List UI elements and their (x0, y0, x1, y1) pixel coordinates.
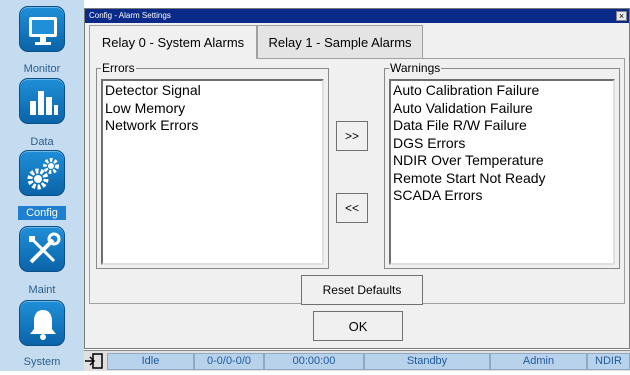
reset-defaults-button[interactable]: Reset Defaults (301, 275, 423, 305)
list-item[interactable]: Network Errors (105, 117, 320, 135)
tab-relay-0[interactable]: Relay 0 - System Alarms (89, 25, 257, 59)
bell-icon (19, 300, 65, 346)
errors-group: Errors Detector Signal Low Memory Networ… (96, 61, 329, 269)
list-item[interactable]: Auto Validation Failure (393, 100, 611, 118)
sidebar-item-label: System (23, 356, 61, 368)
move-right-button[interactable]: >> (336, 121, 368, 151)
list-item[interactable]: Remote Start Not Ready (393, 170, 611, 188)
tab-panel: Errors Detector Signal Low Memory Networ… (89, 58, 625, 305)
list-item[interactable]: Detector Signal (105, 82, 320, 100)
monitor-icon (19, 6, 65, 52)
tab-relay-1[interactable]: Relay 1 - Sample Alarms (257, 25, 423, 58)
status-mode: Standby (364, 353, 490, 370)
sidebar: Monitor Data Config Maint System (0, 0, 84, 371)
tools-icon (19, 226, 65, 272)
sidebar-item-label: Data (30, 136, 54, 148)
ok-button[interactable]: OK (313, 311, 403, 341)
sidebar-item-monitor[interactable]: Monitor (0, 0, 84, 78)
sidebar-item-label: Config (18, 206, 66, 220)
errors-list[interactable]: Detector Signal Low Memory Network Error… (101, 79, 324, 265)
move-left-button[interactable]: << (336, 193, 368, 223)
status-user: Admin (490, 353, 587, 370)
sidebar-item-maint[interactable]: Maint (0, 226, 84, 298)
errors-group-title: Errors (101, 61, 136, 75)
status-state: Idle (107, 353, 194, 370)
list-item[interactable]: Auto Calibration Failure (393, 82, 611, 100)
status-time: 00:00:00 (264, 353, 364, 370)
list-item[interactable]: Data File R/W Failure (393, 117, 611, 135)
sidebar-item-system[interactable]: System (0, 300, 84, 371)
window-title: Config - Alarm Settings (85, 9, 629, 23)
sidebar-item-label: Monitor (23, 63, 61, 75)
warnings-group: Warnings Auto Calibration Failure Auto V… (384, 61, 620, 269)
sidebar-item-config[interactable]: Config (0, 150, 84, 220)
close-button[interactable]: × (616, 11, 627, 21)
status-detector: NDIR (587, 353, 630, 370)
bar-chart-icon (19, 78, 65, 124)
alarm-settings-dialog: Config - Alarm Settings × Relay 0 - Syst… (84, 8, 630, 349)
gears-icon (19, 150, 65, 196)
status-stream: 0-0/0-0/0 (194, 353, 264, 370)
warnings-list[interactable]: Auto Calibration Failure Auto Validation… (389, 79, 615, 265)
sidebar-item-label: Maint (28, 284, 56, 296)
list-item[interactable]: NDIR Over Temperature (393, 152, 611, 170)
list-item[interactable]: Low Memory (105, 100, 320, 118)
status-bar: Idle 0-0/0-0/0 00:00:00 Standby Admin ND… (84, 350, 630, 371)
list-item[interactable]: SCADA Errors (393, 187, 611, 205)
warnings-group-title: Warnings (389, 61, 442, 75)
login-icon[interactable] (84, 352, 104, 370)
sidebar-item-data[interactable]: Data (0, 78, 84, 150)
list-item[interactable]: DGS Errors (393, 135, 611, 153)
